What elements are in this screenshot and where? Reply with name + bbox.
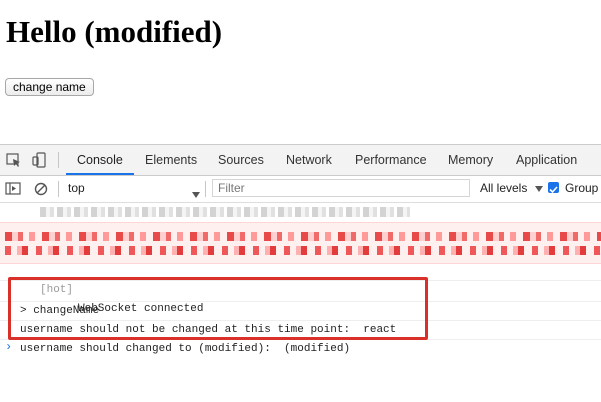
chevron-down-icon[interactable] — [192, 185, 200, 203]
blurred-error-line — [5, 246, 601, 255]
clear-console-icon[interactable] — [32, 180, 50, 198]
tab-performance[interactable]: Performance — [355, 145, 427, 175]
devtools-panel: Console Elements Sources Network Perform… — [0, 144, 601, 402]
tab-application[interactable]: Application — [516, 145, 577, 175]
console-toolbar: top All levels Group — [0, 176, 601, 203]
toolbar-divider — [58, 181, 59, 197]
console-prompt[interactable]: › — [5, 340, 12, 354]
group-similar-checkbox[interactable] — [548, 182, 559, 194]
sidebar-toggle-icon[interactable] — [4, 180, 22, 198]
page-title: Hello (modified) — [6, 14, 223, 49]
log-text-2: username should changed to (modified): (… — [20, 343, 351, 355]
tab-elements[interactable]: Elements — [145, 145, 197, 175]
toolbar-divider-2 — [205, 181, 206, 197]
change-name-button[interactable]: change name — [5, 78, 94, 96]
console-line-websocket: [hot] WebSocket connected — [0, 262, 601, 315]
log-levels-label: All levels — [480, 181, 528, 195]
blurred-log-line — [40, 207, 410, 217]
log-levels-dropdown[interactable]: All levels — [480, 181, 543, 195]
console-line-log: username should changed to (modified): (… — [0, 321, 601, 355]
device-toolbar-icon[interactable] — [31, 151, 49, 169]
console-line-command: > changeName — [0, 283, 601, 317]
console-output: [hot] WebSocket connected > changeName u… — [0, 203, 601, 402]
devtools-tabbar: Console Elements Sources Network Perform… — [0, 145, 601, 176]
console-line-log: username should not be changed at this t… — [0, 302, 601, 336]
tab-network[interactable]: Network — [286, 145, 332, 175]
filter-input[interactable] — [212, 179, 470, 197]
inspect-element-icon[interactable] — [5, 151, 23, 169]
tab-console[interactable]: Console — [66, 145, 134, 175]
web-page: Hello (modified) change name — [0, 0, 601, 140]
blurred-error-line — [5, 232, 601, 241]
tabbar-divider — [58, 152, 59, 168]
tab-memory[interactable]: Memory — [448, 145, 493, 175]
group-similar-label: Group — [565, 181, 599, 195]
context-selector[interactable]: top — [68, 181, 85, 195]
blurred-error-message — [0, 222, 601, 264]
tab-sources[interactable]: Sources — [218, 145, 264, 175]
chevron-down-icon — [534, 186, 543, 192]
